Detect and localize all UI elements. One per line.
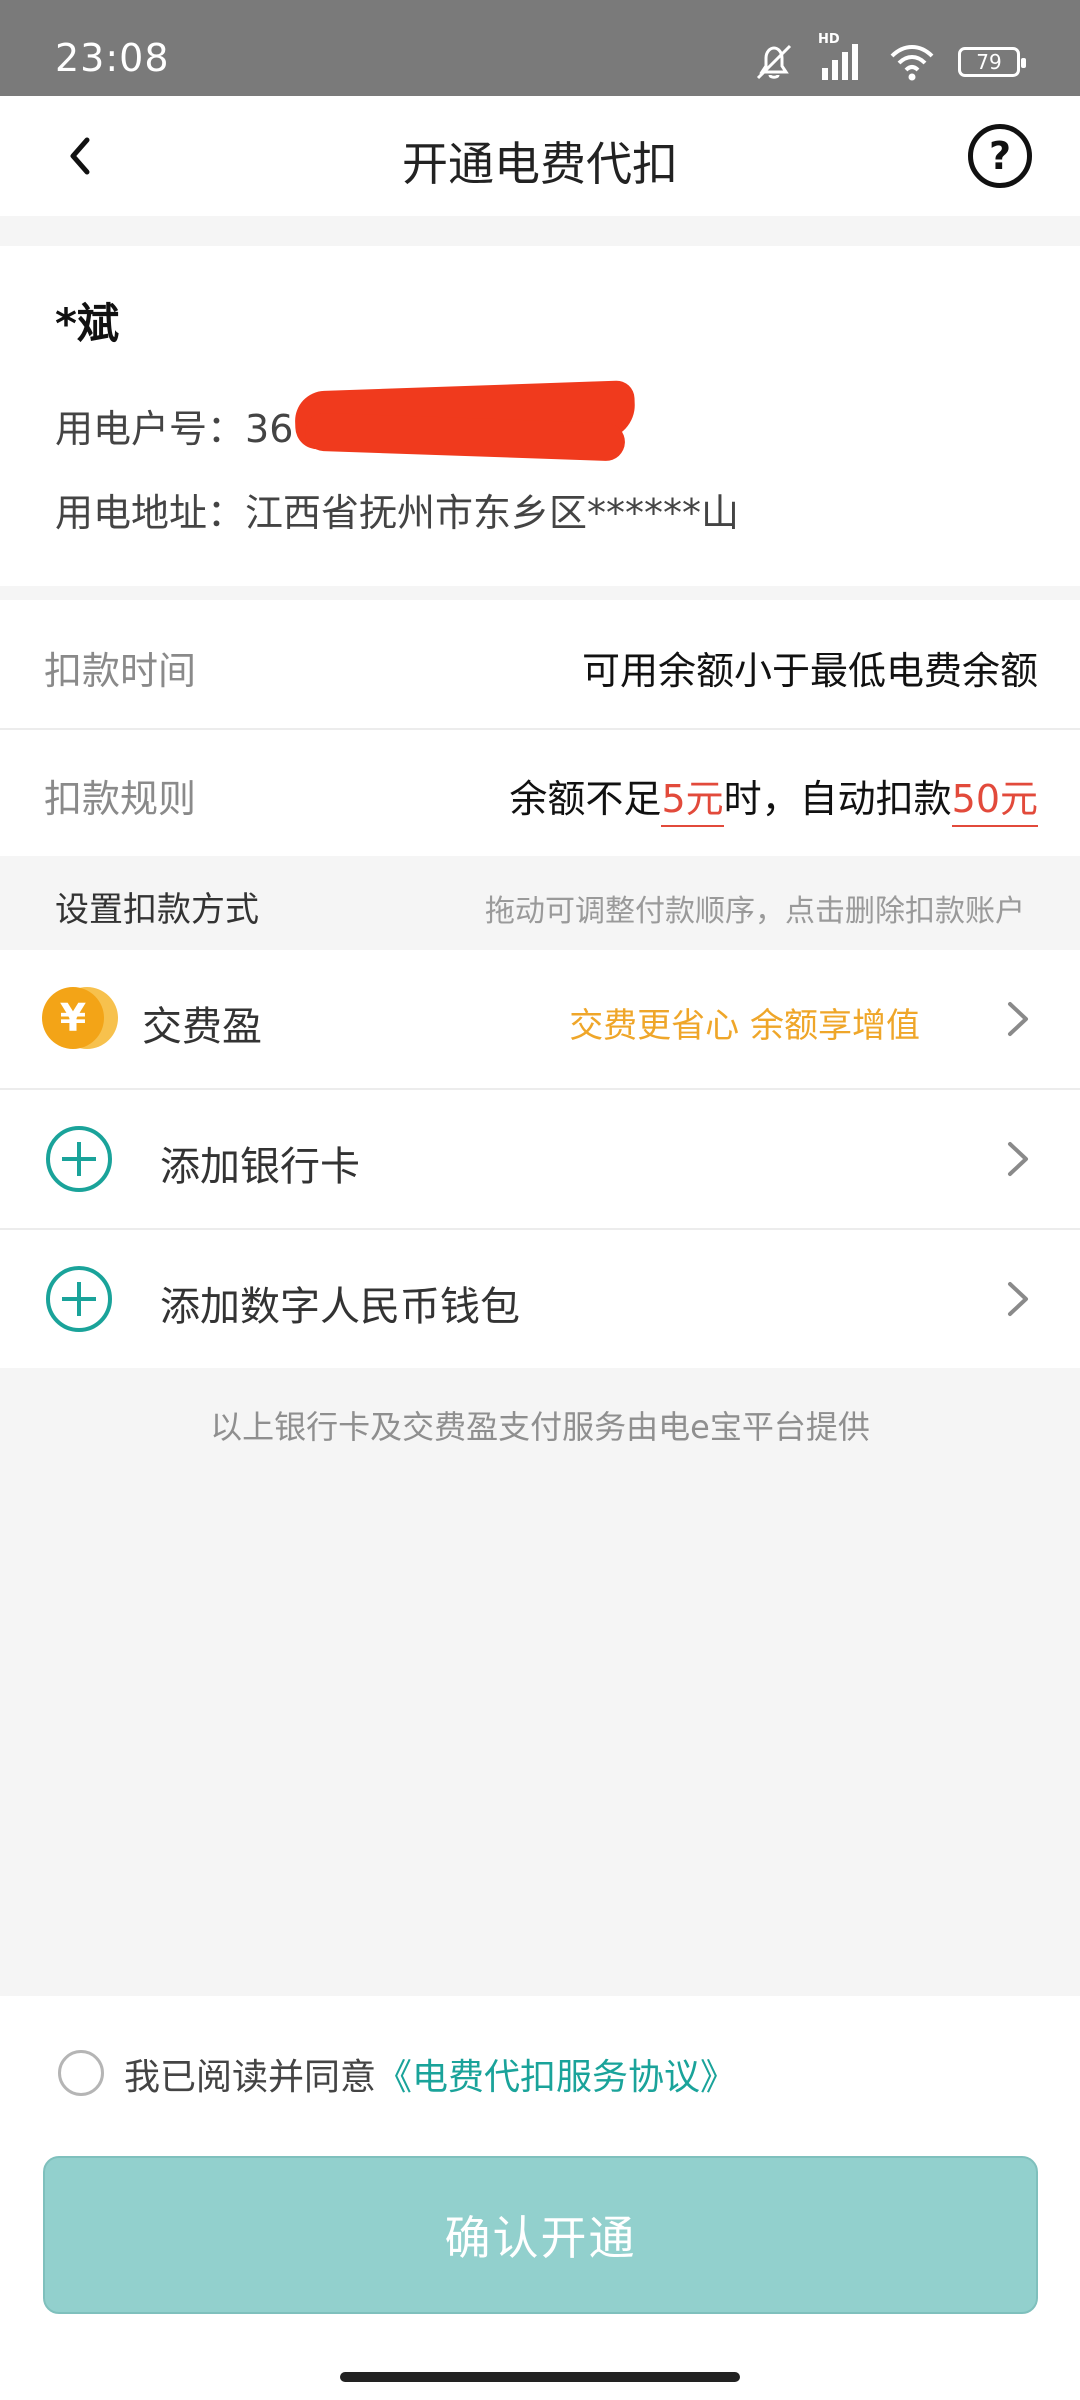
deduction-time-row: 扣款时间 可用余额小于最低电费余额 [0,600,1080,730]
provider-note: 以上银行卡及交费盈支付服务由电e宝平台提供 [210,1408,870,1446]
bottom-panel: 我已阅读并同意《电费代扣服务协议》 确认开通 [0,1996,1080,2400]
account-number: 36 [245,407,294,451]
deduction-rule-label: 扣款规则 [44,777,197,821]
rule-amount[interactable]: 50元 [951,777,1038,827]
plus-circle-icon [46,1126,112,1192]
deduction-rules: 扣款时间 可用余额小于最低电费余额 扣款规则 余额不足5元时，自动扣款50元 [0,600,1080,856]
chevron-right-icon [1008,1282,1028,1316]
page-title: 开通电费代扣 [402,137,678,191]
agreement-text: 我已阅读并同意《电费代扣服务协议》 [124,2048,736,2100]
deduction-rule-row: 扣款规则 余额不足5元时，自动扣款50元 [0,728,1080,856]
chevron-right-icon [1008,1142,1028,1176]
deduction-rule-value: 余额不足5元时，自动扣款50元 [509,768,1038,827]
hd-label: HD [818,32,840,47]
address-label: 用电地址： [55,491,246,535]
address-value: 江西省抚州市东乡区******山 [245,491,740,535]
account-label: 用电户号： [55,407,246,451]
rule-text-2: 时，自动扣款 [723,777,952,821]
payment-item-label: 添加数字人民币钱包 [160,1284,520,1330]
payment-item-add-digital-rmb-wallet[interactable]: 添加数字人民币钱包 [0,1230,1080,1368]
home-indicator[interactable] [340,2372,740,2382]
payment-method-header: 设置扣款方式 拖动可调整付款顺序，点击删除扣款账户 [0,856,1080,950]
deduction-time-value: 可用余额小于最低电费余额 [581,649,1038,693]
payment-item-label: 交费盈 [142,1004,262,1050]
payment-method-title: 设置扣款方式 [55,890,259,930]
question-circle-icon: ? [988,134,1012,178]
confirm-button[interactable]: 确认开通 [43,2156,1038,2314]
agreement-prefix: 我已阅读并同意 [124,2057,377,2098]
mute-bell-icon [756,44,792,80]
signal-icon: HD [818,32,866,82]
battery-level: 79 [976,50,1002,74]
agreement-checkbox[interactable] [58,2050,104,2096]
help-button[interactable]: ? [968,124,1032,188]
deduction-time-label: 扣款时间 [44,649,197,693]
account-number-line: 用电户号：36 [55,398,293,453]
status-bar: 23:08 HD 79 [0,0,1080,96]
user-name: *斌 [55,299,119,348]
navbar: 开通电费代扣 ? [0,96,1080,216]
agreement-link[interactable]: 《电费代扣服务协议》 [376,2057,736,2098]
rule-text-1: 余额不足 [509,777,662,821]
user-info-card: *斌 用电户号：36 用电地址：江西省抚州市东乡区******山 [0,246,1080,586]
plus-circle-icon [46,1266,112,1332]
wifi-icon [890,45,934,81]
status-icons: HD 79 [752,32,1026,84]
payment-method-list: ¥ 交费盈 交费更省心 余额享增值 添加银行卡 添加数字人民币钱包 [0,950,1080,1368]
payment-item-jiaofeiying[interactable]: ¥ 交费盈 交费更省心 余额享增值 [0,950,1080,1090]
payment-method-hint: 拖动可调整付款顺序，点击删除扣款账户 [485,894,1025,929]
yuan-coin-icon: ¥ [42,987,118,1051]
payment-item-add-bank-card[interactable]: 添加银行卡 [0,1090,1080,1230]
address-line: 用电地址：江西省抚州市东乡区******山 [55,482,739,537]
chevron-right-icon [1008,1002,1028,1036]
battery-icon: 79 [958,47,1026,77]
coin-glyph: ¥ [42,987,104,1049]
status-time: 23:08 [55,36,170,80]
rule-threshold[interactable]: 5元 [661,777,724,827]
payment-item-label: 添加银行卡 [160,1144,360,1190]
payment-item-promo: 交费更省心 余额享增值 [569,1006,920,1046]
